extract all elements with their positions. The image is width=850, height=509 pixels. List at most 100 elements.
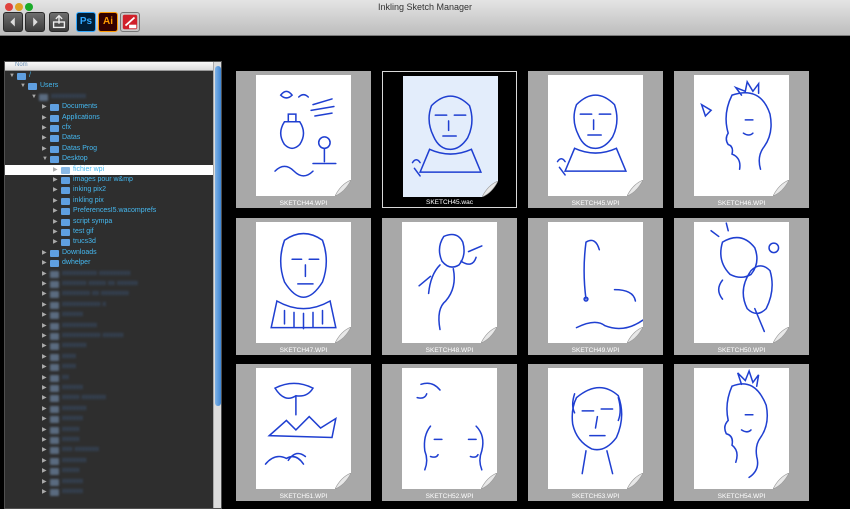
tree-row[interactable]: ▶ xxxxxxx xxxxx xx xxxxxx (5, 279, 213, 290)
tree-row[interactable]: ▶ xx (5, 373, 213, 384)
sketch-thumbnail[interactable]: SKETCH53.WPI (528, 364, 663, 501)
sketch-thumbnail[interactable]: SKETCH51.WPI (236, 364, 371, 501)
disclosure-closed-icon[interactable]: ▶ (42, 436, 48, 444)
tree-row[interactable]: ▶ cfx (5, 123, 213, 134)
disclosure-closed-icon[interactable]: ▶ (42, 353, 48, 361)
disclosure-closed-icon[interactable]: ▶ (53, 207, 59, 215)
disclosure-closed-icon[interactable]: ▶ (53, 186, 59, 194)
tree-row[interactable]: ▶ xxxxxxxxxxx xxxxxx (5, 331, 213, 342)
disclosure-closed-icon[interactable]: ▶ (53, 176, 59, 184)
disclosure-closed-icon[interactable]: ▶ (42, 301, 48, 309)
tree-row[interactable]: ▶ Applications (5, 113, 213, 124)
tree-row[interactable]: ▶ trucs3d (5, 237, 213, 248)
tree-row[interactable]: ▶ Datas (5, 133, 213, 144)
back-button[interactable] (3, 12, 23, 32)
disclosure-closed-icon[interactable]: ▶ (42, 114, 48, 122)
forward-button[interactable] (25, 12, 45, 32)
tree-row[interactable]: ▶ xxxxxxxxxxx x (5, 300, 213, 311)
disclosure-closed-icon[interactable]: ▶ (42, 249, 48, 257)
tree-row[interactable]: ▶ xxxxxx (5, 310, 213, 321)
disclosure-open-icon[interactable]: ▼ (42, 155, 48, 163)
disclosure-closed-icon[interactable]: ▶ (42, 478, 48, 486)
disclosure-closed-icon[interactable]: ▶ (42, 384, 48, 392)
disclosure-closed-icon[interactable]: ▶ (53, 238, 59, 246)
tree-row[interactable]: ▶ PreferencesI5.wacomprefs (5, 206, 213, 217)
sketch-thumbnail[interactable]: SKETCH46.WPI (674, 71, 809, 208)
disclosure-closed-icon[interactable]: ▶ (42, 342, 48, 350)
sketch-thumbnail[interactable]: SKETCH44.WPI (236, 71, 371, 208)
disclosure-closed-icon[interactable]: ▶ (53, 197, 59, 205)
tree-row[interactable]: ▶ Documents (5, 102, 213, 113)
disclosure-open-icon[interactable]: ▼ (31, 93, 37, 101)
disclosure-closed-icon[interactable]: ▶ (42, 363, 48, 371)
disclosure-closed-icon[interactable]: ▶ (42, 374, 48, 382)
tree-row[interactable]: ▶ xxxxxxxxxx xxxxxxxxx (5, 269, 213, 280)
disclosure-closed-icon[interactable]: ▶ (42, 446, 48, 454)
disclosure-closed-icon[interactable]: ▶ (42, 270, 48, 278)
illustrator-button[interactable]: Ai (98, 12, 118, 32)
tree-row[interactable]: ▼ / (5, 71, 213, 82)
tree-row[interactable]: ▶ Datas Prog (5, 144, 213, 155)
disclosure-closed-icon[interactable]: ▶ (42, 457, 48, 465)
disclosure-closed-icon[interactable]: ▶ (42, 259, 48, 267)
tree-row[interactable]: ▶ xxxx (5, 362, 213, 373)
disclosure-closed-icon[interactable]: ▶ (42, 124, 48, 132)
tree-row[interactable]: ▶ dwhelper (5, 258, 213, 269)
sketch-thumbnail[interactable]: SKETCH47.WPI (236, 218, 371, 355)
folder-sidebar[interactable]: Nom ▼ / ▼ Users ▼ xxxxxxxxxx ▶ Documents ▶ Applic… (4, 61, 222, 509)
sketch-thumbnail[interactable]: SKETCH45.wac (382, 71, 517, 208)
tree-row[interactable]: ▶ inking pix2 (5, 185, 213, 196)
disclosure-closed-icon[interactable]: ▶ (53, 166, 59, 174)
sketch-manager-button[interactable] (120, 12, 140, 32)
tree-row[interactable]: ▶ images pour w&mp (5, 175, 213, 186)
disclosure-closed-icon[interactable]: ▶ (53, 228, 59, 236)
disclosure-closed-icon[interactable]: ▶ (42, 426, 48, 434)
tree-row[interactable]: ▶ xxxxxxxxxx (5, 321, 213, 332)
tree-row[interactable]: ▶ xxxxx (5, 466, 213, 477)
tree-row[interactable]: ▶ xxxx (5, 352, 213, 363)
disclosure-closed-icon[interactable]: ▶ (42, 394, 48, 402)
photoshop-button[interactable]: Ps (76, 12, 96, 32)
tree-row[interactable]: ▼ Desktop (5, 154, 213, 165)
disclosure-closed-icon[interactable]: ▶ (42, 290, 48, 298)
sketch-thumbnail[interactable]: SKETCH54.WPI (674, 364, 809, 501)
disclosure-closed-icon[interactable]: ▶ (42, 134, 48, 142)
tree-row[interactable]: ▶ xxxxx (5, 425, 213, 436)
tree-row[interactable]: ▶ test gif (5, 227, 213, 238)
sketch-thumbnail[interactable]: SKETCH49.WPI (528, 218, 663, 355)
tree-row[interactable]: ▶ xxxxxx (5, 477, 213, 488)
tree-row-selected[interactable]: ▶ fichier wpi (5, 164, 213, 176)
tree-row[interactable]: ▶ xxx xxxxxxx (5, 445, 213, 456)
disclosure-closed-icon[interactable]: ▶ (42, 332, 48, 340)
disclosure-closed-icon[interactable]: ▶ (42, 467, 48, 475)
disclosure-closed-icon[interactable]: ▶ (42, 405, 48, 413)
sketch-thumbnail[interactable]: SKETCH45.WPI (528, 71, 663, 208)
disclosure-closed-icon[interactable]: ▶ (42, 488, 48, 496)
tree-row[interactable]: ▶ xxxxxxx (5, 341, 213, 352)
tree-row[interactable]: ▼ xxxxxxxxxx (5, 92, 213, 103)
disclosure-open-icon[interactable]: ▼ (9, 72, 15, 80)
disclosure-closed-icon[interactable]: ▶ (42, 311, 48, 319)
disclosure-closed-icon[interactable]: ▶ (42, 280, 48, 288)
tree-row[interactable]: ▼ Users (5, 81, 213, 92)
column-header-name[interactable]: Nom (5, 62, 213, 71)
sketch-thumbnail[interactable]: SKETCH50.WPI (674, 218, 809, 355)
disclosure-open-icon[interactable]: ▼ (20, 82, 26, 90)
tree-row[interactable]: ▶ xxxxx xxxxxxx (5, 393, 213, 404)
sidebar-scrollbar[interactable] (213, 62, 221, 508)
tree-row[interactable]: ▶ xxxxxx (5, 487, 213, 498)
export-button[interactable] (49, 12, 69, 32)
tree-row[interactable]: ▶ xxxxxxxx xx xxxxxxxx (5, 289, 213, 300)
scrollbar-thumb[interactable] (215, 66, 221, 406)
disclosure-closed-icon[interactable]: ▶ (42, 145, 48, 153)
tree-row[interactable]: ▶ inkling pix (5, 196, 213, 207)
tree-row[interactable]: ▶ xxxxxxx (5, 404, 213, 415)
disclosure-closed-icon[interactable]: ▶ (53, 218, 59, 226)
tree-row[interactable]: ▶ Downloads (5, 248, 213, 259)
sketch-thumbnail[interactable]: SKETCH52.WPI (382, 364, 517, 501)
tree-row[interactable]: ▶ xxxxxx (5, 414, 213, 425)
tree-row[interactable]: ▶ script sympa (5, 217, 213, 228)
disclosure-closed-icon[interactable]: ▶ (42, 322, 48, 330)
tree-row[interactable]: ▶ xxxxxx (5, 383, 213, 394)
disclosure-closed-icon[interactable]: ▶ (42, 415, 48, 423)
